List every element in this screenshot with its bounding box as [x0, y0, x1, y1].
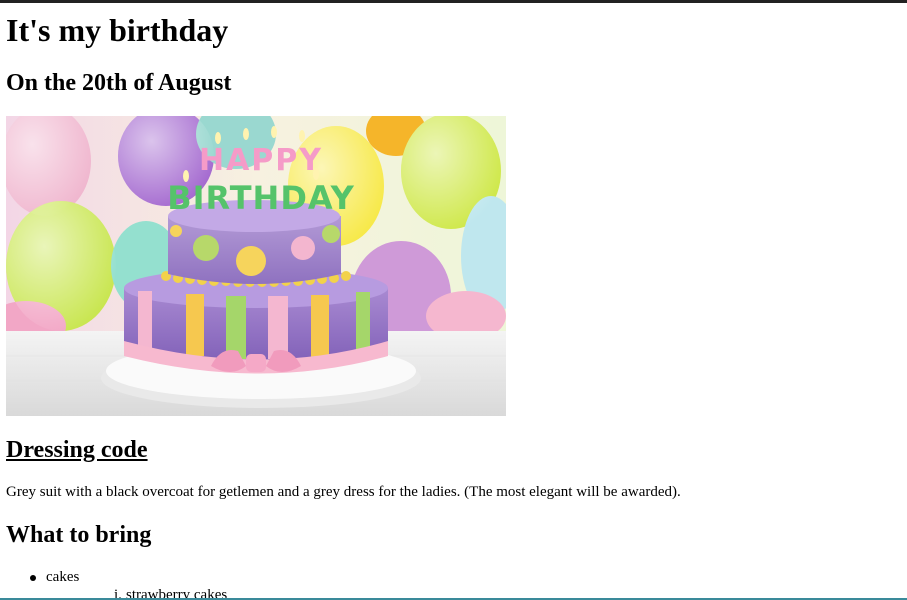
candle-text-top: HAPPY — [199, 143, 323, 178]
list-item: cakes i. strawberry cakes — [6, 568, 227, 600]
bring-list: cakes i. strawberry cakes — [6, 568, 227, 600]
what-to-bring-heading: What to bring — [6, 522, 152, 548]
window-top-border — [0, 0, 907, 3]
candle-text-bottom: BIRTHDAY — [167, 179, 355, 217]
bullet-icon — [30, 575, 36, 581]
page-title: It's my birthday — [6, 12, 229, 48]
dressing-code-heading[interactable]: Dressing code — [6, 436, 148, 464]
date-heading: On the 20th of August — [6, 70, 232, 96]
dressing-code-text: Grey suit with a black overcoat for getl… — [6, 484, 681, 500]
birthday-cake-image: HAPPY BIRTHDAY — [6, 116, 506, 416]
list-item-label: cakes — [46, 569, 80, 585]
